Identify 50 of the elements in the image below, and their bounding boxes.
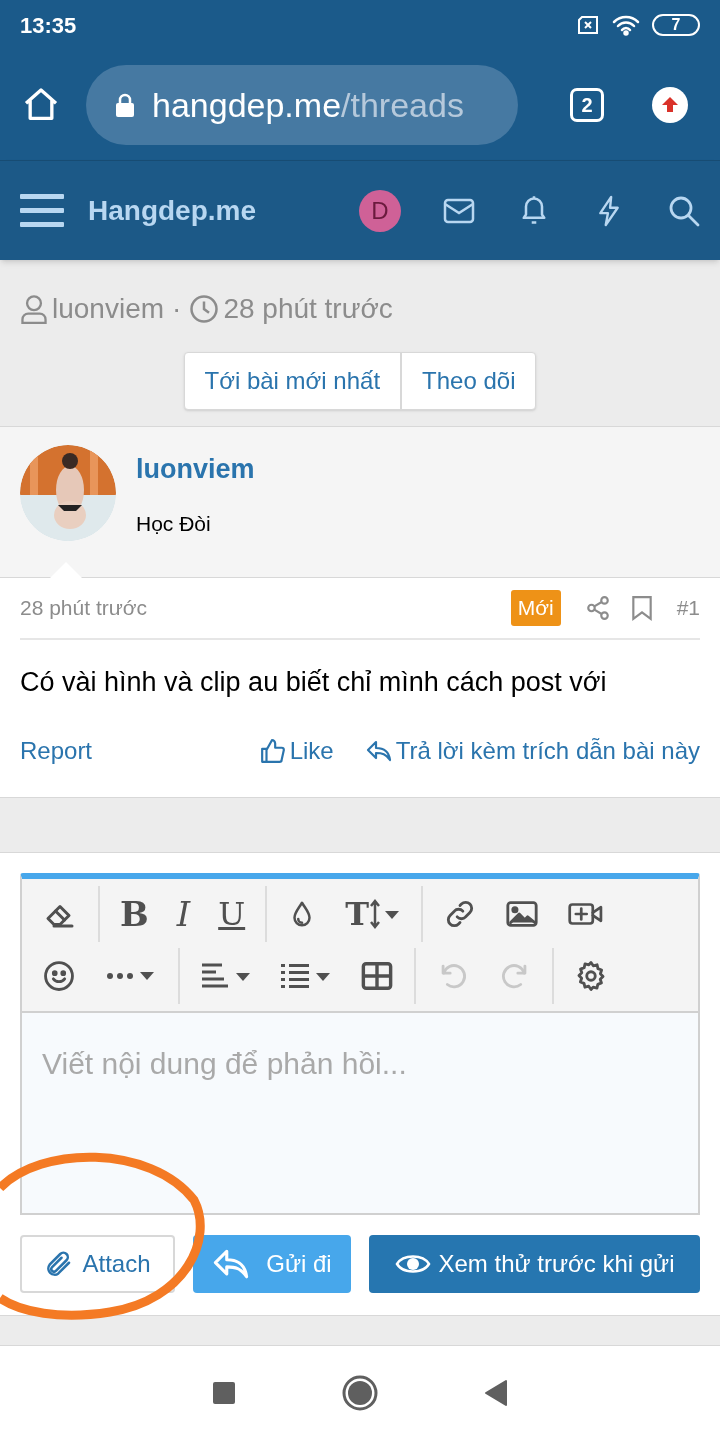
address-bar[interactable]: hangdep.me/threads	[86, 65, 518, 145]
clock-time: 13:35	[20, 11, 77, 40]
thread-author[interactable]: luonviem	[52, 288, 165, 330]
table-icon	[360, 960, 394, 991]
attach-button[interactable]: Attach	[20, 1234, 175, 1293]
menu-icon[interactable]	[20, 192, 64, 229]
back-icon[interactable]	[484, 1379, 508, 1407]
clock-icon	[189, 294, 220, 324]
caret-icon	[368, 898, 401, 929]
search-icon[interactable]	[668, 194, 700, 227]
smiley-icon	[42, 958, 76, 993]
text-size-button[interactable]: T	[331, 885, 415, 942]
envelope-icon[interactable]	[443, 197, 475, 224]
home-button-icon[interactable]	[342, 1375, 378, 1411]
battery-icon: 7	[652, 14, 700, 36]
wifi-icon	[612, 14, 640, 36]
send-button[interactable]: Gửi đi	[193, 1234, 351, 1293]
post-username[interactable]: luonviem	[136, 449, 255, 490]
lock-icon	[114, 92, 136, 118]
tab-count-button[interactable]: 2	[570, 88, 604, 122]
sim-card-icon	[576, 15, 600, 35]
recent-apps-icon[interactable]	[212, 1381, 236, 1405]
thumbs-up-icon	[259, 737, 286, 764]
underline-button[interactable]: U	[204, 885, 260, 942]
bookmark-icon[interactable]	[630, 595, 653, 621]
quote-reply-link[interactable]: Trả lời kèm trích dẫn bài này	[365, 732, 700, 769]
bell-icon[interactable]	[520, 194, 548, 227]
user-avatar[interactable]: D	[359, 189, 401, 232]
post-body: Có vài hình và clip au biết chỉ mình cách post với	[20, 666, 608, 699]
lightning-icon[interactable]	[596, 193, 622, 228]
share-icon[interactable]	[584, 595, 611, 621]
reply-arrow-icon	[365, 738, 392, 763]
like-link[interactable]: Like	[259, 732, 334, 769]
post-time[interactable]: 28 phút trước	[20, 592, 148, 624]
site-name[interactable]: Hangdep.me	[88, 189, 257, 232]
separator-dot: ·	[172, 292, 182, 326]
thread-action-button[interactable]: Theo dõi	[400, 353, 536, 409]
image-icon	[504, 898, 539, 929]
url-text: hangdep.me/threads	[152, 84, 464, 126]
bold-button[interactable]: B	[106, 885, 163, 942]
thread-time: 28 phút trước	[223, 292, 393, 326]
thread-action-button[interactable]: Tới bài mới nhất	[184, 353, 401, 409]
upload-icon[interactable]	[652, 87, 688, 123]
new-label: Mới	[510, 590, 561, 626]
report-link[interactable]: Report	[20, 732, 93, 769]
post-number[interactable]: #1	[676, 592, 700, 624]
user-icon	[20, 294, 48, 324]
preview-button[interactable]: Xem thử trước khi gửi	[369, 1234, 700, 1293]
user-title: Học Đòi	[136, 510, 212, 537]
italic-button[interactable]: I	[162, 885, 205, 942]
